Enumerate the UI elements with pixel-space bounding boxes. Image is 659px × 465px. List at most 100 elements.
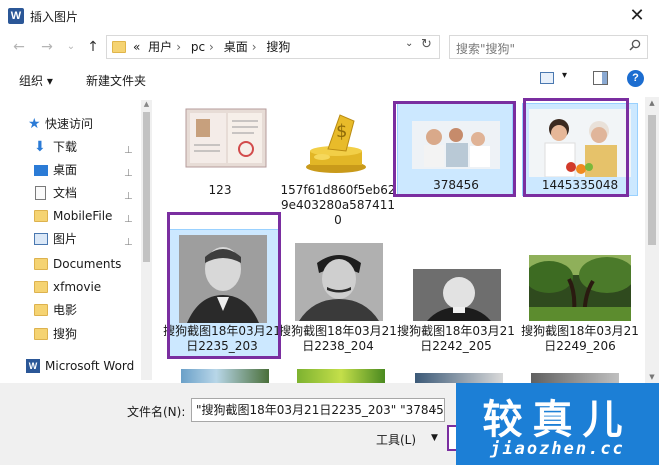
sidebar-item-xfmovie[interactable]: xfmovie — [0, 276, 152, 298]
sidebar-item-pictures[interactable]: 图片 ⊥ — [0, 228, 152, 250]
sidebar-item-downloads[interactable]: ⬇ 下载 ⊥ — [0, 136, 152, 158]
pin-icon: ⊥ — [124, 191, 133, 202]
new-folder-button[interactable]: 新建文件夹 — [86, 72, 146, 89]
scroll-up-arrow-icon[interactable]: ▲ — [141, 100, 152, 108]
refresh-button[interactable]: ↻ — [421, 37, 432, 52]
sidebar-item-label: 电影 — [53, 303, 78, 317]
folder-icon — [34, 281, 48, 293]
thumbnail-partial — [297, 369, 385, 383]
up-button[interactable]: ↑ — [84, 37, 102, 57]
thumbnail — [295, 243, 383, 321]
crumb-sougou[interactable]: 搜狗 — [266, 40, 290, 54]
crumb-users[interactable]: 用户 — [148, 40, 172, 54]
desktop-icon — [34, 165, 48, 176]
filename-dropdown-icon[interactable]: ⌄ — [430, 403, 438, 414]
document-icon — [35, 186, 46, 200]
file-item[interactable]: 搜狗截图18年03月21日2249_206 — [521, 229, 639, 357]
view-options-icon[interactable] — [540, 72, 554, 84]
thumbnail — [525, 255, 635, 322]
file-name: 123 — [208, 183, 232, 197]
watermark-title: 较真儿 — [482, 397, 633, 443]
chevron-right-icon[interactable]: › — [176, 40, 181, 54]
pin-icon: ⊥ — [124, 237, 133, 248]
sidebar-item-documents-folder[interactable]: Documents — [0, 253, 152, 275]
file-item[interactable]: $ 157f61d860f5eb629e403280a5874110 — [279, 103, 397, 233]
filename-input[interactable]: "搜狗截图18年03月21日2235_203" "37845 — [191, 398, 445, 422]
view-dropdown-button[interactable]: ▾ — [562, 70, 567, 81]
pin-icon: ⊥ — [124, 214, 133, 225]
sidebar-item-label: 下载 — [53, 140, 78, 154]
navigation-pane: ★ 快速访问 ⬇ 下载 ⊥ 桌面 ⊥ 文档 ⊥ MobileFile ⊥ 图片 … — [0, 97, 152, 383]
crumb-overflow[interactable]: « — [133, 40, 140, 54]
folder-icon — [112, 41, 126, 53]
title-bar: W 插入图片 ✕ — [0, 0, 659, 32]
search-placeholder: 搜索"搜狗" — [456, 42, 516, 56]
scrollbar-thumb[interactable] — [648, 115, 656, 245]
navigation-bar: ← → ⌄ ↑ « 用户 › pc › 桌面 › 搜狗 ⌄ ↻ 搜索"搜狗" — [0, 32, 659, 62]
sidebar-item-documents[interactable]: 文档 ⊥ — [0, 182, 152, 204]
certificate-thumbnail — [185, 108, 267, 168]
folder-icon — [34, 328, 48, 340]
help-icon[interactable]: ? — [627, 70, 644, 87]
search-icon[interactable] — [629, 39, 641, 51]
breadcrumb: « 用户 › pc › 桌面 › 搜狗 — [133, 39, 294, 55]
search-input[interactable]: 搜索"搜狗" — [449, 35, 648, 59]
preview-pane-icon[interactable] — [593, 71, 608, 85]
file-item[interactable]: 搜狗截图18年03月21日2242_205 — [397, 229, 515, 357]
sidebar-item-label: MobileFile — [53, 209, 113, 223]
tools-button[interactable]: 工具(L) — [376, 431, 416, 448]
sidebar-item-movies[interactable]: 电影 — [0, 299, 152, 321]
scroll-up-arrow-icon[interactable]: ▲ — [645, 99, 659, 107]
gold-coins-thumbnail: $ — [306, 114, 366, 173]
forest-thumbnail — [525, 255, 635, 322]
svg-text:$: $ — [336, 121, 347, 142]
thumbnail: $ — [288, 105, 388, 185]
portrait-thumbnail — [295, 243, 383, 321]
thumbnail — [170, 105, 270, 185]
crumb-desktop[interactable]: 桌面 — [224, 40, 248, 54]
thumbnail-partial — [415, 373, 503, 383]
dialog-title: 插入图片 — [30, 10, 79, 24]
filename-label: 文件名(N): — [127, 405, 186, 419]
sidebar-scrollbar[interactable]: ▲ — [141, 100, 152, 380]
thumbnail-partial — [181, 369, 269, 383]
recent-locations-button[interactable]: ⌄ — [62, 37, 80, 57]
sidebar-item-label: Documents — [53, 257, 122, 271]
forward-button[interactable]: → — [38, 37, 56, 57]
chevron-right-icon[interactable]: › — [209, 40, 214, 54]
highlight-box — [167, 212, 281, 359]
folder-icon — [34, 304, 48, 316]
sidebar-item-label: 文档 — [53, 186, 78, 200]
sidebar-item-desktop[interactable]: 桌面 ⊥ — [0, 159, 152, 181]
thumbnail — [413, 269, 501, 321]
sidebar-item-microsoft-word[interactable]: W Microsoft Word — [0, 355, 152, 377]
sidebar-item-label: 桌面 — [53, 163, 78, 177]
watermark-logo: 较真儿 jiaozhen.cc — [456, 383, 659, 465]
sidebar-item-label: 快速访问 — [45, 117, 94, 131]
close-button[interactable]: ✕ — [625, 4, 649, 28]
back-button[interactable]: ← — [10, 37, 28, 57]
scroll-down-arrow-icon[interactable]: ▼ — [645, 373, 659, 381]
file-item[interactable]: 123 — [161, 103, 279, 213]
file-name: 搜狗截图18年03月21日2249_206 — [521, 324, 639, 353]
portrait-thumbnail — [413, 269, 501, 321]
sidebar-item-quick-access[interactable]: ★ 快速访问 — [0, 113, 152, 135]
file-list-scrollbar[interactable]: ▲ ▼ — [645, 97, 659, 383]
sidebar-item-label: 图片 — [53, 232, 78, 246]
file-name: 157f61d860f5eb629e403280a5874110 — [280, 183, 396, 227]
sidebar-item-mobilefile[interactable]: MobileFile ⊥ — [0, 205, 152, 227]
organize-menu[interactable]: 组织 ▾ — [19, 72, 53, 89]
scrollbar-thumb[interactable] — [143, 112, 150, 262]
address-bar[interactable]: « 用户 › pc › 桌面 › 搜狗 ⌄ ↻ — [106, 35, 440, 59]
sidebar-item-label: Microsoft Word — [45, 359, 135, 373]
chevron-right-icon[interactable]: › — [252, 40, 257, 54]
command-bar: 组织 ▾ 新建文件夹 — [0, 63, 659, 97]
sidebar-item-sougou[interactable]: 搜狗 — [0, 323, 152, 345]
file-item[interactable]: 搜狗截图18年03月21日2238_204 — [279, 229, 397, 357]
sidebar-item-label: 搜狗 — [53, 327, 78, 341]
crumb-pc[interactable]: pc — [191, 40, 205, 54]
word-app-icon: W — [8, 8, 24, 24]
tools-dropdown-icon[interactable]: ▼ — [431, 433, 438, 443]
address-dropdown-button[interactable]: ⌄ — [405, 38, 413, 49]
file-name: 搜狗截图18年03月21日2242_205 — [397, 324, 515, 353]
